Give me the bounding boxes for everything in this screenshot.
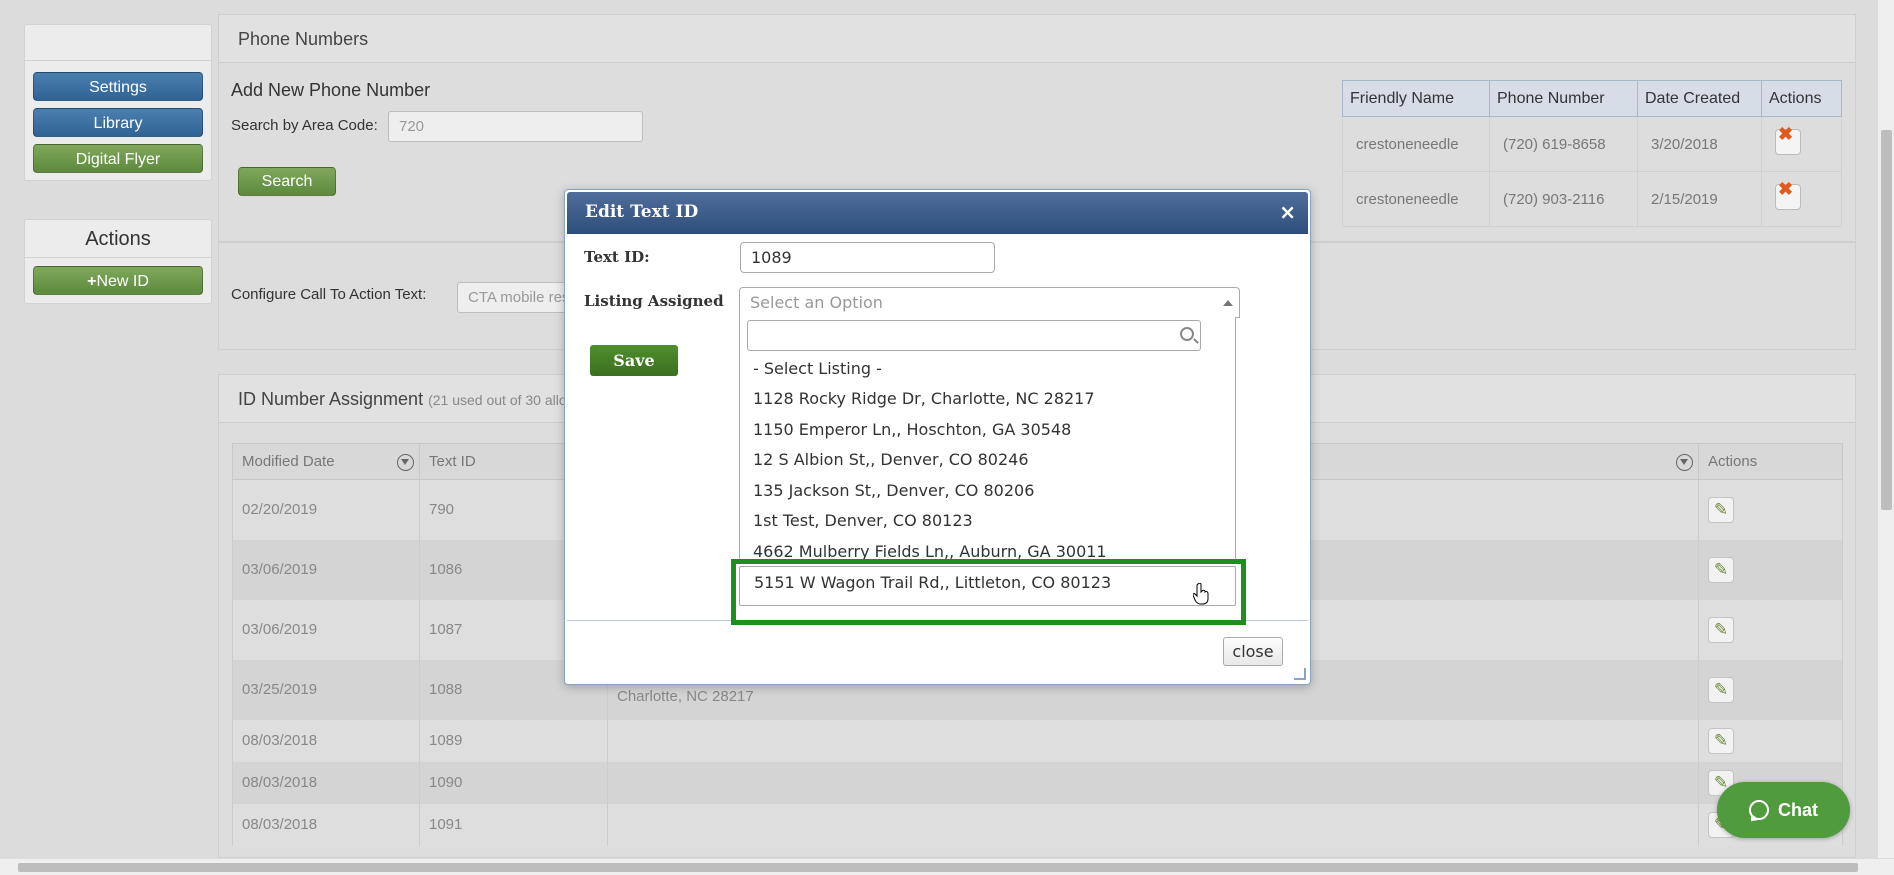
vertical-scroll-thumb[interactable] xyxy=(1881,130,1892,510)
text-id-label: Text ID: xyxy=(584,248,650,266)
listing-dropdown: - Select Listing - 1128 Rocky Ridge Dr, … xyxy=(739,317,1236,565)
table-row: crestoneneedle (720) 903-2116 2/15/2019 … xyxy=(1342,171,1842,227)
actions-cell: ✎ xyxy=(1698,719,1843,762)
close-button[interactable]: close xyxy=(1223,637,1283,666)
listing-select-placeholder: Select an Option xyxy=(750,293,883,312)
save-button[interactable]: Save xyxy=(590,345,678,376)
edit-pencil-icon[interactable]: ✎ xyxy=(1708,556,1734,583)
friendly-name: crestoneneedle xyxy=(1342,116,1490,172)
filter-icon[interactable] xyxy=(1676,453,1693,471)
area-code-input[interactable]: 720 xyxy=(388,111,643,142)
actions-title: Actions xyxy=(25,220,211,258)
sidebar-actions-box: Actions +New ID xyxy=(24,219,212,304)
listing-search-input[interactable] xyxy=(747,320,1201,351)
resize-handle[interactable] xyxy=(1294,668,1306,680)
new-id-button[interactable]: +New ID xyxy=(33,266,203,295)
phone-numbers-title: Phone Numbers xyxy=(219,15,1855,63)
add-phone-title: Add New Phone Number xyxy=(231,80,431,100)
modified-date: 02/20/2019 xyxy=(232,479,420,540)
modified-date: 08/03/2018 xyxy=(232,719,420,762)
vertical-scrollbar[interactable] xyxy=(1877,0,1894,858)
text-id: 1089 xyxy=(419,719,608,762)
phone-numbers-table: Friendly Name Phone Number Date Created … xyxy=(1342,80,1842,227)
listing-assigned-label: Listing Assigned xyxy=(584,292,724,310)
col-phone-number: Phone Number xyxy=(1489,80,1638,117)
library-button[interactable]: Library xyxy=(33,108,203,137)
phone-number: (720) 619-8658 xyxy=(1489,116,1638,172)
text-id-input[interactable]: 1089 xyxy=(740,242,995,273)
actions-cell: ✎ xyxy=(1698,599,1843,660)
date-created: 2/15/2019 xyxy=(1637,171,1762,227)
col-date-created: Date Created xyxy=(1637,80,1762,117)
phone-number: (720) 903-2116 xyxy=(1489,171,1638,227)
delete-button[interactable]: ✖ xyxy=(1775,179,1801,210)
text-id: 1090 xyxy=(419,761,608,804)
listing xyxy=(607,803,1699,846)
chat-bubble-icon xyxy=(1749,800,1769,820)
friendly-name: crestoneneedle xyxy=(1342,171,1490,227)
modified-date: 03/06/2019 xyxy=(232,599,420,660)
filter-icon[interactable] xyxy=(397,453,414,471)
area-code-label: Search by Area Code: xyxy=(231,117,378,134)
actions-cell: ✖ xyxy=(1761,171,1842,227)
digital-flyer-button[interactable]: Digital Flyer xyxy=(33,144,203,173)
new-id-label: New ID xyxy=(96,273,149,290)
actions-cell: ✎ xyxy=(1698,539,1843,600)
close-icon: ✖ xyxy=(1778,124,1794,144)
edit-pencil-icon[interactable]: ✎ xyxy=(1708,616,1734,643)
col-friendly-name: Friendly Name xyxy=(1342,80,1490,117)
actions-cell: ✖ xyxy=(1761,116,1842,172)
table-row: 08/03/2018 1091 ✎ xyxy=(232,803,1843,846)
id-usage-subtitle: (21 used out of 30 allow xyxy=(428,392,577,408)
col-actions: Actions xyxy=(1698,443,1843,480)
hand-cursor-icon xyxy=(1193,583,1209,605)
actions-cell: ✎ xyxy=(1698,479,1843,540)
listing xyxy=(607,761,1699,804)
listing-option[interactable]: 1128 Rocky Ridge Dr, Charlotte, NC 28217 xyxy=(753,389,1095,408)
settings-button[interactable]: Settings xyxy=(33,72,203,101)
sidebar-nav-header xyxy=(25,25,211,61)
table-row: crestoneneedle (720) 619-8658 3/20/2018 … xyxy=(1342,116,1842,172)
chat-button[interactable]: Chat xyxy=(1717,782,1850,838)
listing-select[interactable]: Select an Option xyxy=(739,287,1240,318)
modified-date: 03/06/2019 xyxy=(232,539,420,600)
table-row: 08/03/2018 1090 ✎ xyxy=(232,761,1843,804)
edit-pencil-icon[interactable]: ✎ xyxy=(1708,496,1734,523)
actions-cell: ✎ xyxy=(1698,659,1843,720)
search-icon xyxy=(1180,327,1194,341)
listing-option[interactable]: - Select Listing - xyxy=(753,359,882,378)
highlighted-option-label: 5151 W Wagon Trail Rd,, Littleton, CO 80… xyxy=(754,573,1112,592)
horizontal-scrollbar[interactable] xyxy=(0,858,1894,875)
cta-label: Configure Call To Action Text: xyxy=(231,286,427,303)
modified-date: 03/25/2019 xyxy=(232,659,420,720)
dialog-title: Edit Text ID xyxy=(567,192,1308,234)
table-row: 08/03/2018 1089 ✎ xyxy=(232,719,1843,762)
edit-pencil-icon[interactable]: ✎ xyxy=(1708,727,1734,754)
modified-date: 08/03/2018 xyxy=(232,803,420,846)
listing-option[interactable]: 12 S Albion St,, Denver, CO 80246 xyxy=(753,450,1029,469)
search-button[interactable]: Search xyxy=(238,167,336,196)
col-modified-date[interactable]: Modified Date xyxy=(232,443,420,480)
listing-option[interactable]: 1st Test, Denver, CO 80123 xyxy=(753,511,973,530)
col-actions: Actions xyxy=(1761,80,1842,117)
edit-pencil-icon[interactable]: ✎ xyxy=(1708,676,1734,703)
delete-button[interactable]: ✖ xyxy=(1775,124,1801,155)
text-id: 1091 xyxy=(419,803,608,846)
chat-label: Chat xyxy=(1778,799,1818,820)
chevron-up-icon xyxy=(1223,300,1233,306)
horizontal-scroll-thumb[interactable] xyxy=(18,863,1858,872)
col-modified-date-label: Modified Date xyxy=(242,452,335,470)
close-icon[interactable]: × xyxy=(1279,200,1296,224)
id-assignment-title: ID Number Assignment xyxy=(238,389,424,409)
listing-option[interactable]: 135 Jackson St,, Denver, CO 80206 xyxy=(753,481,1034,500)
listing-option[interactable]: 1150 Emperor Ln,, Hoschton, GA 30548 xyxy=(753,420,1071,439)
sidebar-nav-box: Settings Library Digital Flyer xyxy=(24,24,212,181)
listing xyxy=(607,719,1699,762)
date-created: 3/20/2018 xyxy=(1637,116,1762,172)
modified-date: 08/03/2018 xyxy=(232,761,420,804)
close-icon: ✖ xyxy=(1778,179,1794,199)
